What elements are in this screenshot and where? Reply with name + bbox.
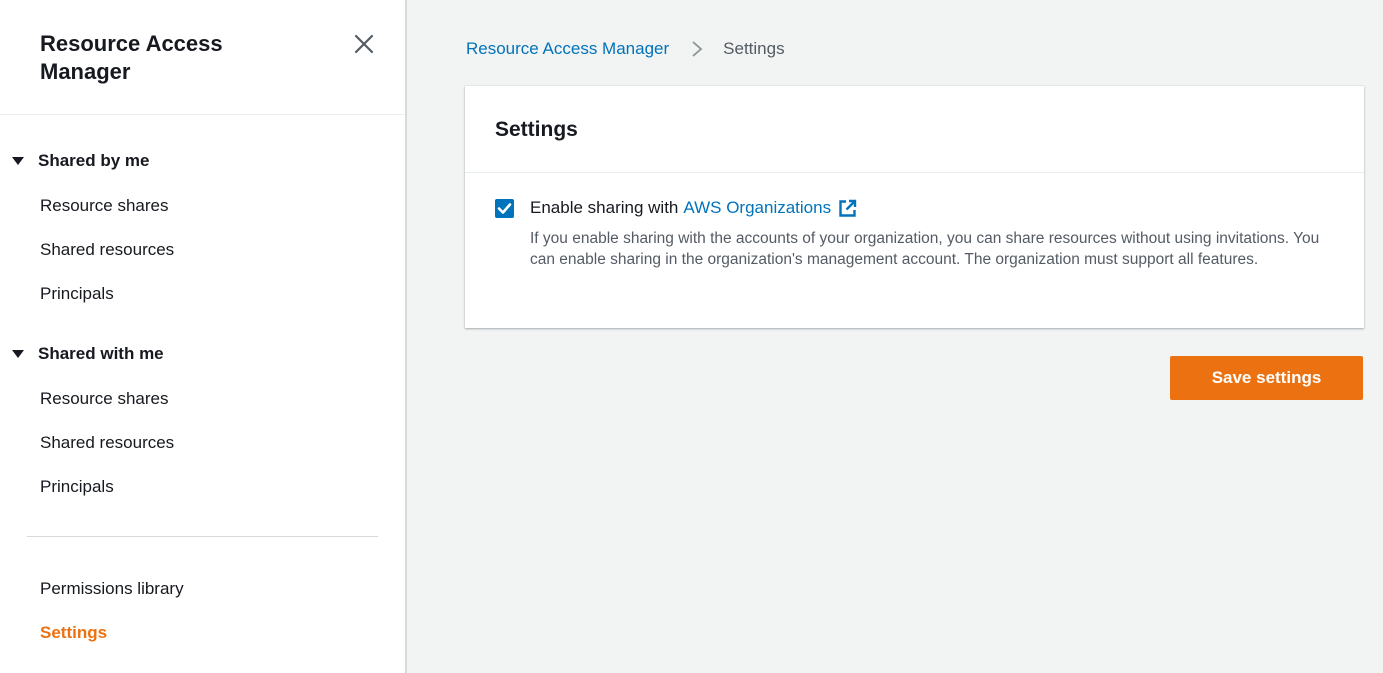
- chevron-right-icon: [692, 41, 703, 57]
- sidebar-item-principals-by-me[interactable]: Principals: [40, 284, 114, 304]
- caret-down-icon: [12, 157, 24, 165]
- panel-header: Settings: [465, 86, 1364, 173]
- breadcrumb-link-ram[interactable]: Resource Access Manager: [466, 39, 669, 59]
- sidebar-item-resource-shares-with-me[interactable]: Resource shares: [40, 389, 169, 409]
- section-shared-with-me[interactable]: Shared with me: [12, 344, 164, 364]
- sidebar: Resource Access Manager Shared by me Res…: [0, 0, 407, 673]
- sidebar-item-shared-resources-by-me[interactable]: Shared resources: [40, 240, 174, 260]
- sidebar-divider: [27, 536, 378, 537]
- sidebar-item-principals-with-me[interactable]: Principals: [40, 477, 114, 497]
- save-settings-button[interactable]: Save settings: [1170, 356, 1363, 400]
- breadcrumb-current: Settings: [723, 39, 785, 58]
- aws-organizations-link[interactable]: AWS Organizations: [683, 198, 831, 218]
- app-root: Resource Access Manager Shared by me Res…: [0, 0, 1383, 673]
- sidebar-header: Resource Access Manager: [40, 30, 280, 86]
- caret-down-icon: [12, 350, 24, 358]
- checkmark-icon: [497, 203, 512, 214]
- section-heading: Shared by me: [38, 151, 150, 170]
- section-heading: Shared with me: [38, 344, 164, 363]
- sidebar-item-resource-shares-by-me[interactable]: Resource shares: [40, 196, 169, 216]
- settings-panel: Settings Enable sharing with AWS Organiz…: [465, 86, 1364, 328]
- section-shared-by-me[interactable]: Shared by me: [12, 151, 150, 171]
- breadcrumb: Resource Access Manager Settings: [466, 39, 785, 59]
- sidebar-item-shared-resources-with-me[interactable]: Shared resources: [40, 433, 174, 453]
- checkbox-description: If you enable sharing with the accounts …: [530, 230, 1320, 268]
- sidebar-title: Resource Access Manager: [40, 31, 223, 84]
- sidebar-item-settings[interactable]: Settings: [40, 623, 107, 643]
- panel-title: Settings: [495, 118, 578, 141]
- sidebar-divider: [0, 114, 405, 115]
- external-link-icon[interactable]: [838, 199, 857, 218]
- enable-sharing-checkbox[interactable]: [495, 199, 514, 218]
- checkbox-label: Enable sharing with AWS Organizations: [530, 198, 857, 218]
- sidebar-item-permissions-library[interactable]: Permissions library: [40, 579, 184, 599]
- close-icon[interactable]: [353, 33, 375, 55]
- checkbox-label-text: Enable sharing with: [530, 198, 679, 217]
